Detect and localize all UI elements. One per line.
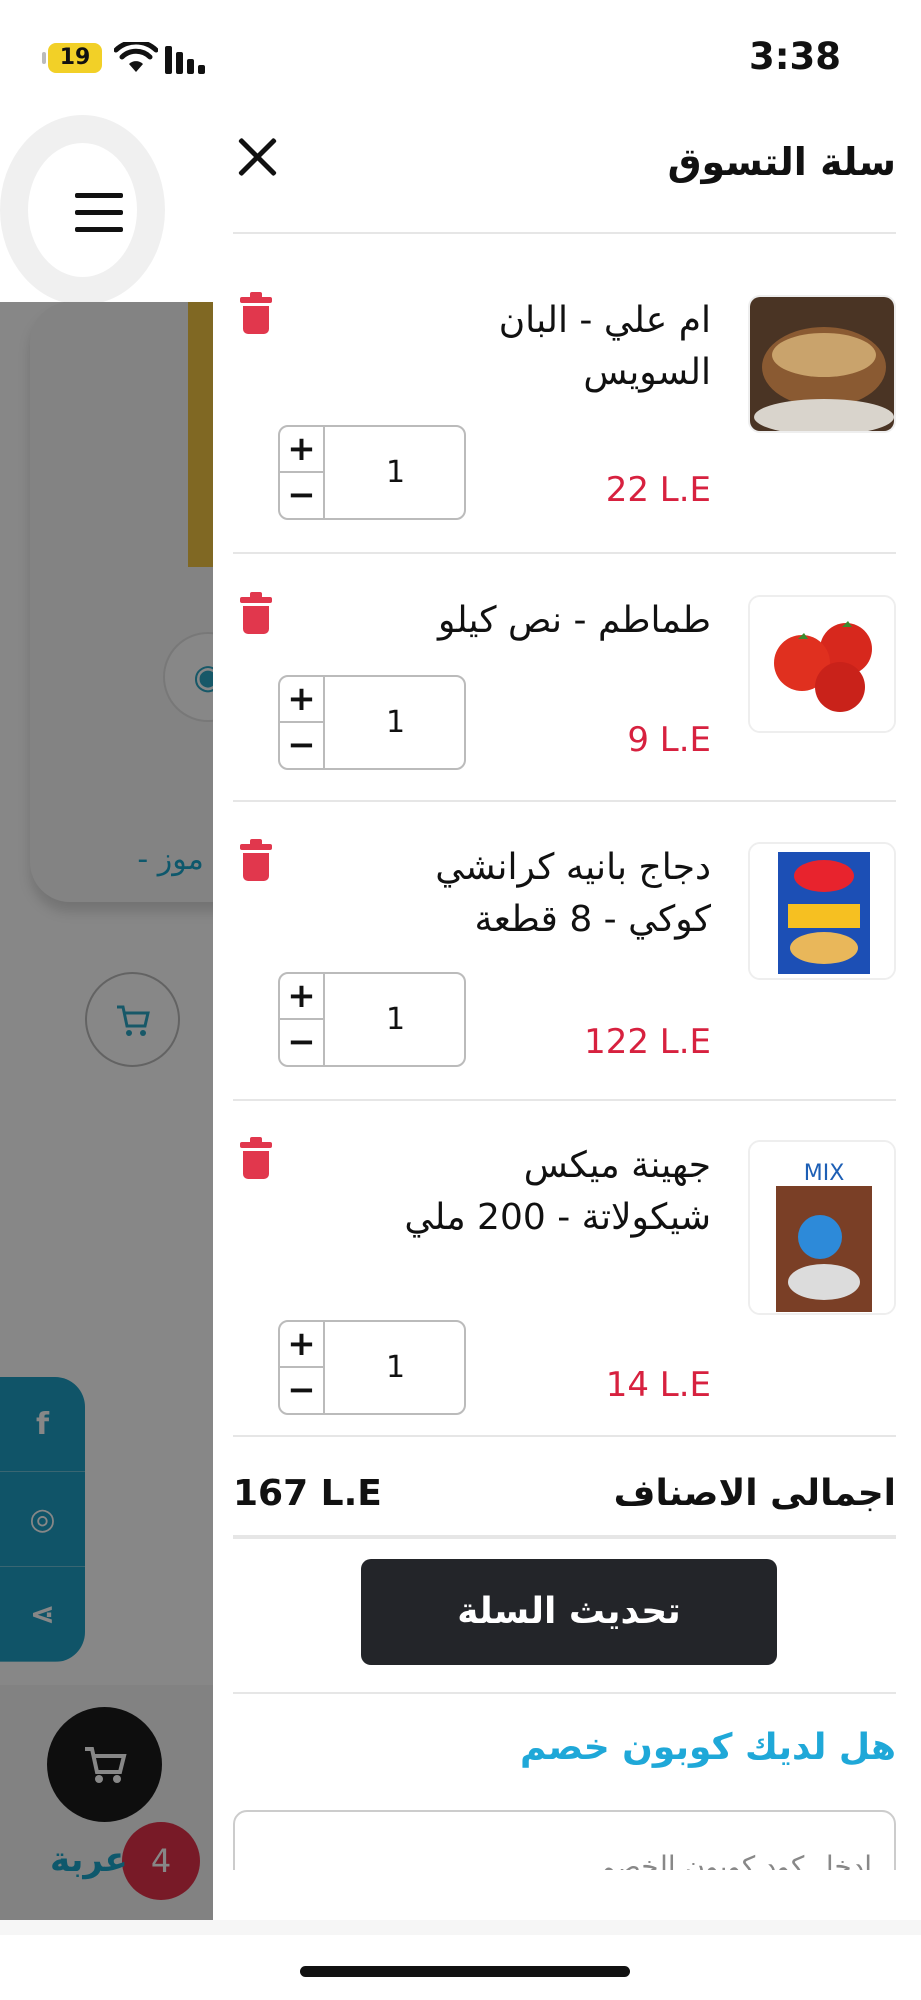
decrease-button[interactable]: −	[280, 1368, 323, 1414]
decrease-button[interactable]: −	[280, 473, 323, 519]
total-label: اجمالى الاصناف	[613, 1473, 896, 1514]
drawer-title: سلة التسوق	[667, 140, 896, 184]
trash-icon[interactable]	[238, 839, 274, 882]
cart-drawer: سلة التسوق ام علي - البان السويس 22 L.E …	[213, 115, 921, 1920]
quantity-input[interactable]: 1	[325, 1322, 464, 1413]
quantity-input[interactable]: 1	[325, 427, 464, 518]
cart-summary: اجمالى الاصناف 167 L.E	[233, 1465, 896, 1535]
status-time: 3:38	[748, 35, 841, 78]
coupon-question[interactable]: هل لديك كوبون خصم	[520, 1727, 896, 1768]
decrease-button[interactable]: −	[280, 723, 323, 769]
increase-button[interactable]: +	[280, 974, 323, 1020]
status-bar: 19 3:38	[0, 0, 921, 115]
item-price: 22 L.E	[605, 470, 711, 510]
total-value: 167 L.E	[233, 1473, 382, 1514]
svg-text:MIX: MIX	[804, 1161, 845, 1186]
trash-icon[interactable]	[238, 1137, 274, 1180]
item-image	[748, 295, 896, 433]
battery-icon: 19	[42, 43, 102, 73]
item-name: دجاج بانيه كرانشي كوكي - 8 قطعة	[435, 847, 711, 940]
item-price: 14 L.E	[605, 1365, 711, 1405]
quantity-stepper: + − 1	[278, 675, 466, 770]
divider	[233, 232, 896, 234]
item-name: ام علي - البان السويس	[498, 300, 711, 393]
quantity-stepper: + − 1	[278, 972, 466, 1067]
item-image: MIX	[748, 1140, 896, 1315]
quantity-stepper: + − 1	[278, 1320, 466, 1415]
divider	[233, 1692, 896, 1694]
trash-icon[interactable]	[238, 292, 274, 335]
item-price: 122 L.E	[584, 1022, 711, 1062]
drawer-bottom-mask	[213, 1870, 921, 1920]
divider	[233, 1099, 896, 1101]
wifi-icon	[114, 42, 158, 72]
divider	[233, 1435, 896, 1437]
item-name: طماطم - نص كيلو	[437, 600, 711, 641]
increase-button[interactable]: +	[280, 677, 323, 723]
divider	[233, 800, 896, 802]
menu-icon[interactable]	[75, 193, 123, 232]
increase-button[interactable]: +	[280, 427, 323, 473]
home-indicator	[300, 1966, 630, 1977]
close-icon[interactable]	[233, 130, 283, 180]
item-name: جهينة ميكس شيكولاتة - 200 ملي	[404, 1145, 711, 1238]
trash-icon[interactable]	[238, 592, 274, 635]
increase-button[interactable]: +	[280, 1322, 323, 1368]
signal-icon	[165, 46, 205, 74]
divider	[233, 552, 896, 554]
item-image	[748, 595, 896, 733]
quantity-input[interactable]: 1	[325, 677, 464, 768]
item-image	[748, 842, 896, 980]
update-cart-button[interactable]: تحديث السلة	[361, 1559, 777, 1665]
quantity-input[interactable]: 1	[325, 974, 464, 1065]
item-price: 9 L.E	[627, 720, 711, 760]
divider	[233, 1535, 896, 1539]
quantity-stepper: + − 1	[278, 425, 466, 520]
decrease-button[interactable]: −	[280, 1020, 323, 1066]
